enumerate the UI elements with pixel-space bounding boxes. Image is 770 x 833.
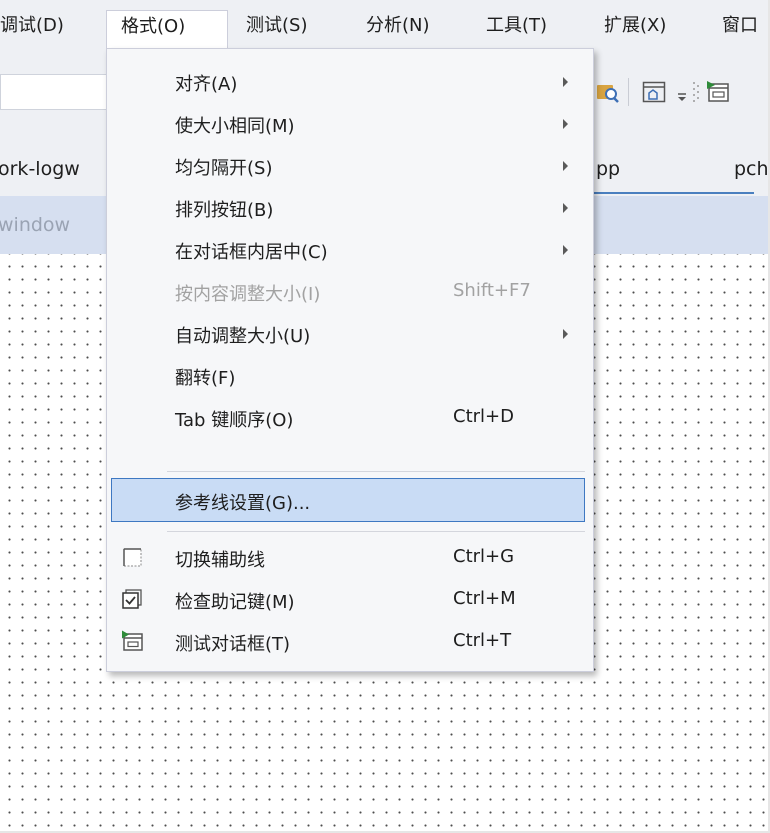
- menu-item-label: 参考线设置(G)...: [175, 493, 311, 514]
- menu-bar: 调试(D) 格式(O) 测试(S) 分析(N) 工具(T) 扩展(X) 窗口: [0, 0, 768, 50]
- ide-window: 调试(D) 格式(O) 测试(S) 分析(N) 工具(T) 扩展(X) 窗口 o…: [0, 0, 770, 833]
- submenu-arrow-icon: [563, 119, 568, 129]
- menu-item-label: 对齐(A): [175, 74, 238, 95]
- menu-separator: [167, 531, 585, 532]
- menu-item-label: 排列按钮(B): [175, 200, 274, 221]
- tab-cpp[interactable]: pp: [596, 158, 620, 180]
- submenu-arrow-icon: [563, 203, 568, 213]
- menu-item-label: 测试对话框(T): [175, 634, 291, 655]
- menu-item-auto-size[interactable]: 自动调整大小(U): [107, 315, 593, 353]
- menu-item-toggle-guides[interactable]: 切换辅助线 Ctrl+G: [107, 539, 593, 577]
- submenu-arrow-icon: [563, 77, 568, 87]
- menu-item-shortcut: Ctrl+G: [453, 546, 515, 567]
- test-dialog-toolbar-icon[interactable]: [706, 80, 730, 104]
- menu-item-label: 自动调整大小(U): [175, 326, 311, 347]
- submenu-arrow-icon: [563, 329, 568, 339]
- find-in-files-icon[interactable]: [596, 80, 620, 104]
- tab-pch[interactable]: pch: [734, 158, 768, 180]
- menu-item-label: 按内容调整大小(I): [175, 284, 321, 305]
- menu-item-label: 切换辅助线: [175, 550, 265, 571]
- menu-item-flip[interactable]: 翻转(F): [107, 357, 593, 395]
- menu-format[interactable]: 格式(O): [106, 10, 228, 48]
- menu-item-label: 在对话框内居中(C): [175, 242, 328, 263]
- menu-tools[interactable]: 工具(T): [486, 13, 547, 39]
- menu-item-label: 均匀隔开(S): [175, 158, 273, 179]
- toolbar-overflow-icon[interactable]: [676, 80, 690, 104]
- menu-item-label: 翻转(F): [175, 368, 236, 389]
- dialog-title-text: window: [0, 214, 71, 236]
- menu-window[interactable]: 窗口: [722, 13, 758, 39]
- submenu-arrow-icon: [563, 161, 568, 171]
- menu-item-label: 使大小相同(M): [175, 116, 295, 137]
- menu-item-guide-settings[interactable]: 参考线设置(G)...: [111, 478, 585, 522]
- menu-separator: [167, 471, 585, 472]
- toolbar-combo-input[interactable]: [0, 74, 108, 110]
- menu-item-test-dialog[interactable]: 测试对话框(T) Ctrl+T: [107, 623, 593, 661]
- submenu-arrow-icon: [563, 245, 568, 255]
- toolbar-grip-icon[interactable]: [692, 80, 700, 104]
- menu-item-label: Tab 键顺序(O): [175, 410, 294, 431]
- menu-item-shortcut: Shift+F7: [453, 280, 531, 301]
- menu-item-size-to-content: 按内容调整大小(I) Shift+F7: [107, 273, 593, 311]
- menu-item-tab-order[interactable]: Tab 键顺序(O) Ctrl+D: [107, 399, 593, 437]
- menu-item-shortcut: Ctrl+T: [453, 630, 512, 651]
- menu-item-check-mnemonics[interactable]: 检查助记键(M) Ctrl+M: [107, 581, 593, 619]
- toolbar-separator: [628, 78, 629, 106]
- toggle-guides-icon: [123, 548, 142, 567]
- menu-item-center-in-dialog[interactable]: 在对话框内居中(C): [107, 231, 593, 269]
- menu-item-shortcut: Ctrl+M: [453, 588, 516, 609]
- menu-item-shortcut: Ctrl+D: [453, 406, 514, 427]
- test-dialog-icon: [122, 630, 143, 651]
- menu-debug[interactable]: 调试(D): [0, 13, 64, 39]
- menu-test[interactable]: 测试(S): [246, 13, 307, 39]
- menu-item-space-evenly[interactable]: 均匀隔开(S): [107, 147, 593, 185]
- menu-item-make-same-size[interactable]: 使大小相同(M): [107, 105, 593, 143]
- active-tab-indicator: [594, 192, 754, 194]
- menu-analyze[interactable]: 分析(N): [366, 13, 430, 39]
- window-layout-icon[interactable]: [642, 80, 666, 104]
- menu-item-align[interactable]: 对齐(A): [107, 63, 593, 101]
- format-menu-dropdown: 对齐(A) 使大小相同(M) 均匀隔开(S) 排列按钮(B) 在对话框内居中(C…: [106, 48, 594, 672]
- check-mnemonics-icon: [122, 589, 142, 609]
- menu-item-arrange-buttons[interactable]: 排列按钮(B): [107, 189, 593, 227]
- tab-logwindow[interactable]: ork-logw: [0, 158, 80, 180]
- menu-extensions[interactable]: 扩展(X): [604, 13, 666, 39]
- menu-item-label: 检查助记键(M): [175, 592, 295, 613]
